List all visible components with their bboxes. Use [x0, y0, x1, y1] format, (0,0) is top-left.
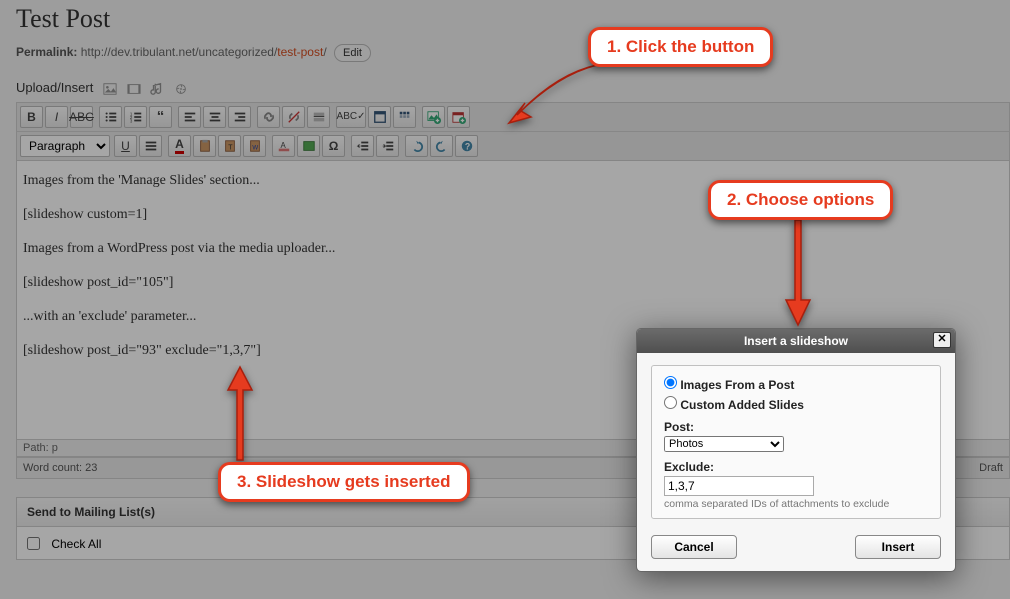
- annotation-2: 2. Choose options: [708, 180, 893, 220]
- svg-text:?: ?: [464, 141, 469, 151]
- insert-calendar-button[interactable]: [447, 106, 470, 128]
- charmap-button[interactable]: Ω: [322, 135, 345, 157]
- content-line: Images from a WordPress post via the med…: [23, 241, 1003, 257]
- blockquote-button[interactable]: “: [149, 106, 172, 128]
- svg-text:A: A: [280, 140, 286, 149]
- add-image-icon[interactable]: [103, 82, 117, 96]
- dialog-insert-button[interactable]: Insert: [855, 535, 941, 559]
- add-audio-icon[interactable]: [150, 82, 164, 96]
- path-value: p: [52, 442, 58, 454]
- help-button[interactable]: ?: [455, 135, 478, 157]
- edit-permalink-button[interactable]: Edit: [334, 44, 371, 62]
- insert-slideshow-button[interactable]: [422, 106, 445, 128]
- paste-button[interactable]: [193, 135, 216, 157]
- annotation-arrow-2: [778, 215, 818, 330]
- wordcount-value: 23: [85, 462, 97, 474]
- post-select[interactable]: Photos: [664, 436, 784, 452]
- paste-text-button[interactable]: T: [218, 135, 241, 157]
- insert-slideshow-dialog: Insert a slideshow ✕ Images From a Post …: [636, 328, 956, 572]
- upload-insert-label: Upload/Insert: [16, 80, 93, 95]
- ul-button[interactable]: [99, 106, 122, 128]
- permalink-base: http://dev.tribulant.net/uncategorized/: [81, 45, 278, 59]
- kitchensink-button[interactable]: [393, 106, 416, 128]
- insert-media-button[interactable]: [297, 135, 320, 157]
- check-all-checkbox[interactable]: [27, 537, 40, 550]
- permalink-label: Permalink:: [16, 45, 77, 59]
- page-title: Test Post: [16, 4, 1010, 34]
- dialog-cancel-button[interactable]: Cancel: [651, 535, 737, 559]
- italic-button[interactable]: I: [45, 106, 68, 128]
- strike-button[interactable]: ABC: [70, 106, 93, 128]
- bold-button[interactable]: B: [20, 106, 43, 128]
- link-button[interactable]: [257, 106, 280, 128]
- wordcount-label: Word count:: [23, 462, 82, 474]
- custom-slides-label: Custom Added Slides: [680, 398, 804, 412]
- add-video-icon[interactable]: [127, 82, 141, 96]
- post-label: Post:: [664, 420, 928, 434]
- annotation-1: 1. Click the button: [588, 27, 773, 67]
- images-from-post-radio[interactable]: [664, 376, 677, 389]
- annotation-arrow-3: [220, 365, 260, 465]
- align-right-button[interactable]: [228, 106, 251, 128]
- align-center-button[interactable]: [203, 106, 226, 128]
- content-line: ...with an 'exclude' parameter...: [23, 309, 1003, 325]
- custom-slides-radio[interactable]: [664, 396, 677, 409]
- dialog-titlebar[interactable]: Insert a slideshow ✕: [637, 329, 955, 353]
- permalink-suffix: /: [323, 45, 326, 59]
- redo-button[interactable]: [430, 135, 453, 157]
- svg-text:T: T: [228, 144, 233, 151]
- fullscreen-button[interactable]: [368, 106, 391, 128]
- exclude-input[interactable]: [664, 476, 814, 496]
- underline-button[interactable]: U: [114, 135, 137, 157]
- dialog-title: Insert a slideshow: [744, 334, 848, 348]
- images-from-post-label: Images From a Post: [680, 378, 794, 392]
- ol-button[interactable]: 123: [124, 106, 147, 128]
- unlink-button[interactable]: [282, 106, 305, 128]
- svg-text:W: W: [252, 144, 258, 151]
- exclude-hint: comma separated IDs of attachments to ex…: [664, 498, 928, 510]
- indent-button[interactable]: [376, 135, 399, 157]
- permalink-slug[interactable]: test-post: [277, 45, 323, 59]
- format-select[interactable]: Paragraph: [20, 135, 110, 157]
- annotation-3: 3. Slideshow gets inserted: [218, 462, 470, 502]
- more-button[interactable]: [307, 106, 330, 128]
- undo-button[interactable]: [405, 135, 428, 157]
- forecolor-button[interactable]: A: [168, 135, 191, 157]
- add-media-icon[interactable]: [174, 82, 188, 96]
- remove-format-button[interactable]: A: [272, 135, 295, 157]
- check-all-label: Check All: [51, 537, 101, 551]
- dialog-close-button[interactable]: ✕: [933, 332, 951, 348]
- annotation-arrow-1: [497, 55, 607, 135]
- path-label: Path:: [23, 442, 49, 454]
- outdent-button[interactable]: [351, 135, 374, 157]
- paste-word-button[interactable]: W: [243, 135, 266, 157]
- draft-status: Draft: [979, 462, 1003, 474]
- justify-button[interactable]: [139, 135, 162, 157]
- content-line: [slideshow post_id="105"]: [23, 275, 1003, 291]
- spellcheck-button[interactable]: ABC✓: [336, 106, 366, 128]
- align-left-button[interactable]: [178, 106, 201, 128]
- exclude-label: Exclude:: [664, 460, 928, 474]
- svg-text:3: 3: [129, 118, 132, 123]
